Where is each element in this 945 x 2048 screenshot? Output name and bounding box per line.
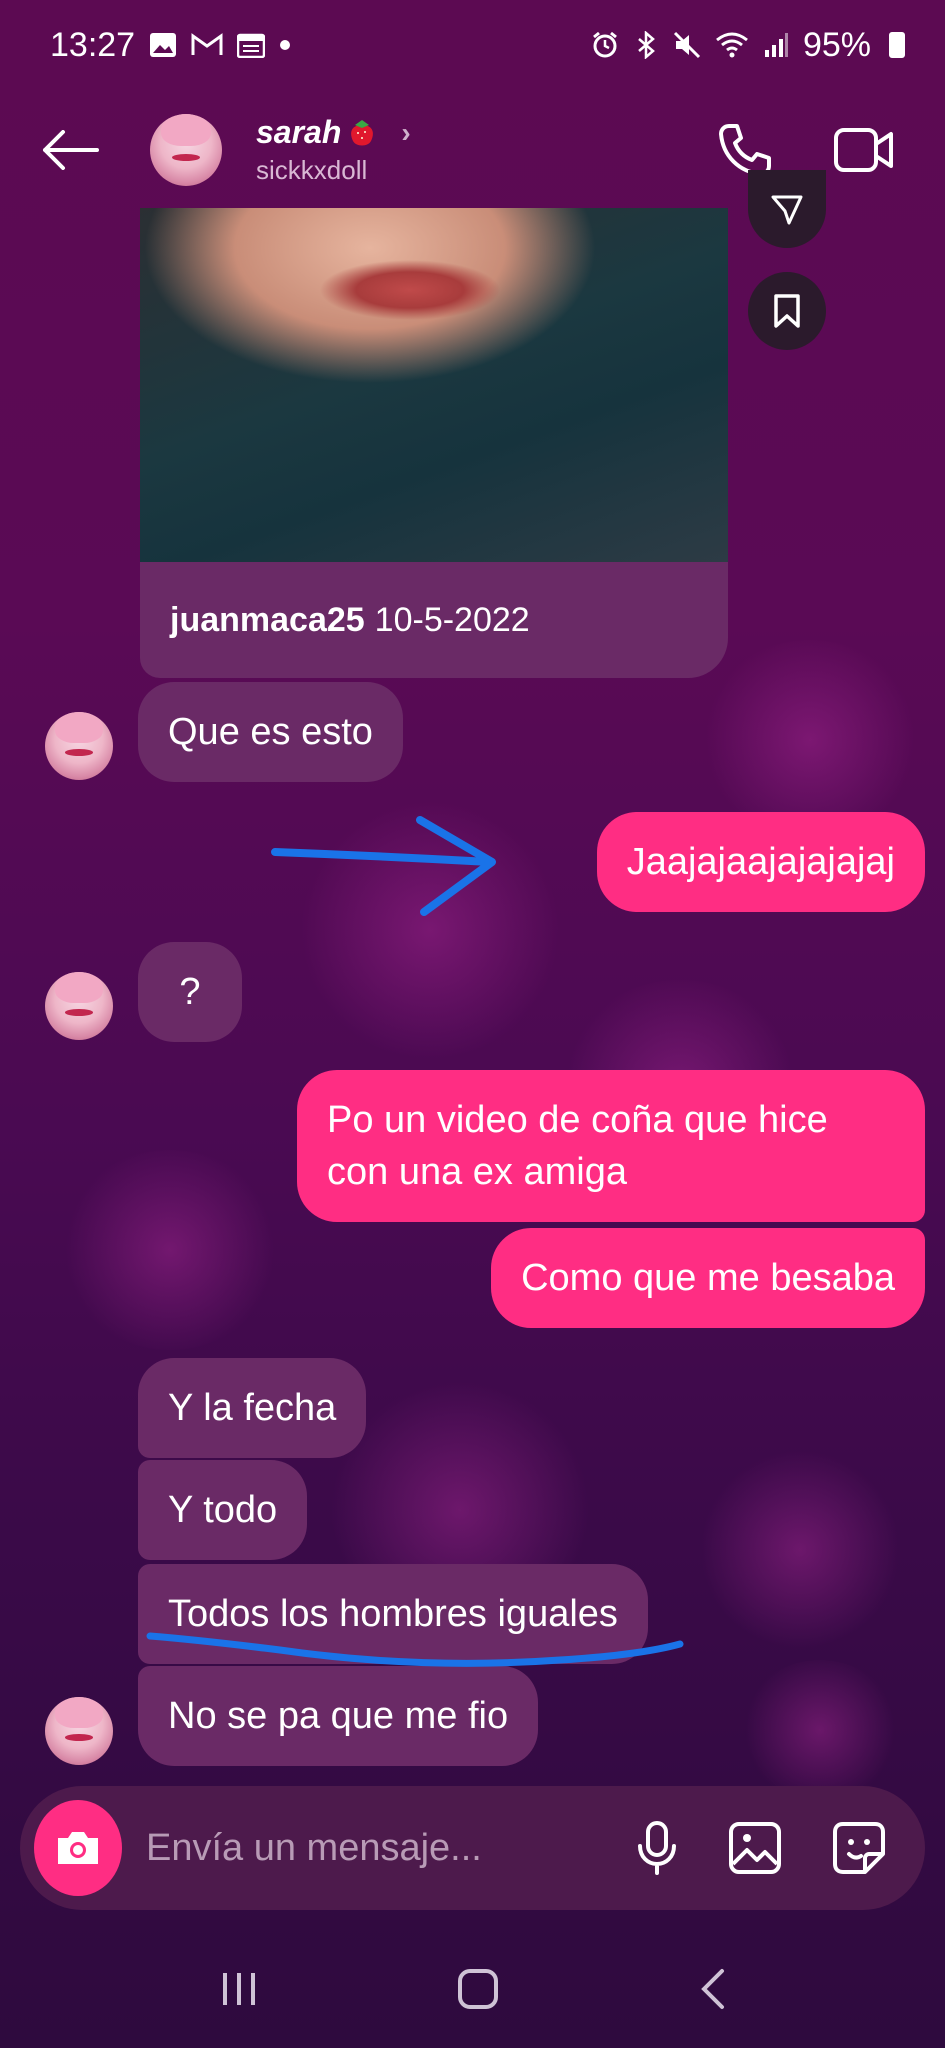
shared-post-author: juanmaca25: [170, 600, 365, 639]
image-icon: [149, 32, 177, 58]
back-icon[interactable]: [698, 1967, 726, 2011]
microphone-icon[interactable]: [635, 1820, 679, 1876]
chevron-right-icon: ›: [401, 116, 411, 148]
bluetooth-icon: [633, 31, 659, 59]
gmail-icon: [191, 33, 223, 57]
battery-percent: 95%: [802, 25, 871, 64]
shared-post-date: 10-5-2022: [374, 600, 530, 639]
status-time: 13:27: [50, 25, 136, 64]
contact-name: sarah: [256, 114, 342, 150]
contact-username: sickkxdoll: [256, 155, 368, 185]
avatar[interactable]: [45, 1697, 113, 1765]
sticker-icon[interactable]: [831, 1820, 887, 1876]
message-incoming[interactable]: Y todo: [138, 1460, 308, 1560]
shared-post-caption: juanmaca25 10-5-2022: [140, 562, 728, 678]
system-navbar: [0, 1930, 945, 2048]
message-input[interactable]: [146, 1826, 635, 1870]
message-incoming[interactable]: No se pa que me fio: [138, 1666, 539, 1766]
avatar[interactable]: [45, 972, 113, 1040]
dot-icon: [279, 39, 291, 51]
message-outgoing[interactable]: Jaajajaajajajajaj: [596, 812, 925, 912]
message-composer: [20, 1786, 925, 1910]
contact-info[interactable]: sarah › sickkxdoll: [256, 114, 411, 186]
status-bar: 13:27 95%: [0, 0, 945, 90]
strawberry-icon: [347, 117, 377, 149]
avatar[interactable]: [45, 712, 113, 780]
gallery-icon[interactable]: [727, 1820, 783, 1876]
shared-post-image[interactable]: [140, 208, 728, 562]
message-incoming[interactable]: Todos los hombres iguales: [138, 1564, 648, 1664]
signal-icon: [763, 32, 789, 58]
home-icon[interactable]: [456, 1967, 500, 2011]
message-outgoing[interactable]: Como que me besaba: [491, 1228, 925, 1328]
battery-icon: [889, 32, 905, 58]
mute-icon: [673, 31, 701, 59]
wifi-icon: [715, 31, 749, 59]
recent-apps-icon[interactable]: [219, 1969, 259, 2009]
message-incoming[interactable]: Que es esto: [138, 682, 403, 782]
video-camera-icon[interactable]: [833, 126, 895, 174]
camera-button[interactable]: [34, 1800, 122, 1896]
back-arrow-icon[interactable]: [30, 110, 110, 190]
shared-post[interactable]: juanmaca25 10-5-2022: [140, 208, 728, 678]
share-button[interactable]: [748, 170, 826, 248]
bookmark-button[interactable]: [748, 272, 826, 350]
calendar-icon: [237, 32, 266, 58]
message-outgoing[interactable]: Po un video de coña que hice con una ex …: [297, 1070, 925, 1222]
message-incoming[interactable]: ?: [138, 942, 242, 1042]
avatar[interactable]: [150, 114, 222, 186]
message-incoming[interactable]: Y la fecha: [138, 1358, 367, 1458]
alarm-icon: [591, 31, 619, 59]
